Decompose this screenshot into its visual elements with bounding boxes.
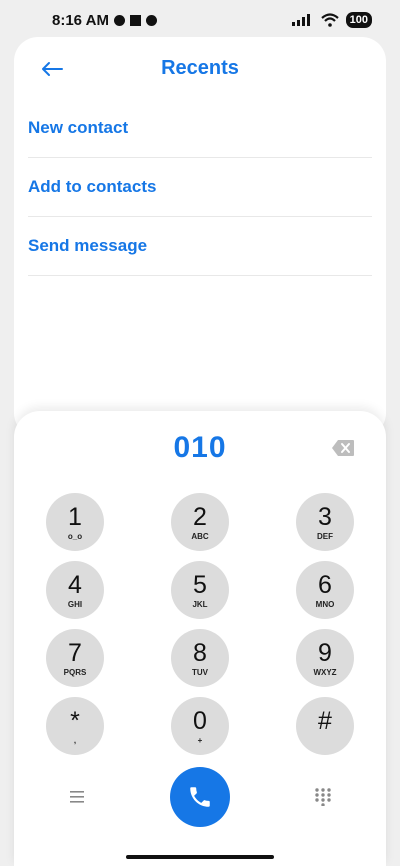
key-hash[interactable]: # — [296, 697, 354, 755]
battery-icon: 100 — [345, 12, 372, 28]
key-letters: GHI — [67, 599, 83, 609]
key-9[interactable]: 9 WXYZ — [296, 629, 354, 687]
key-digit: 5 — [193, 570, 207, 599]
wifi-icon — [320, 13, 339, 27]
keypad: 1 o_o 2 ABC 3 DEF 4 GHI 5 JKL 6 MNO 7 PQRS 8 TUV… — [46, 493, 354, 755]
key-letters: DEF — [317, 531, 333, 541]
page-title: Recents — [161, 57, 239, 79]
key-star[interactable]: *, — [46, 697, 104, 755]
key-8[interactable]: 8 TUV — [171, 629, 229, 687]
key-letters: WXYZ — [313, 667, 337, 677]
key-3[interactable]: 3 DEF — [296, 493, 354, 551]
key-digit: 9 — [318, 638, 332, 667]
signal-icon — [291, 14, 310, 26]
call-button[interactable] — [170, 767, 230, 827]
key-digit: 8 — [193, 638, 207, 667]
notification-icon — [113, 14, 125, 26]
notification-dot-icon — [145, 14, 157, 26]
status-time: 8:16 AM — [52, 11, 109, 29]
key-1[interactable]: 1 o_o — [46, 493, 104, 551]
add-to-contacts-item[interactable]: Add to contacts — [28, 158, 372, 217]
send-message-item[interactable]: Send message — [28, 217, 372, 276]
key-2[interactable]: 2 ABC — [171, 493, 229, 551]
key-letters: MNO — [315, 599, 335, 609]
key-digit: 6 — [318, 570, 332, 599]
key-6[interactable]: 6 MNO — [296, 561, 354, 619]
key-letters: , — [73, 735, 77, 745]
key-7[interactable]: 7 PQRS — [46, 629, 104, 687]
menu-list-icon[interactable] — [68, 789, 86, 805]
status-bar: 8:16 AM 100 — [0, 0, 400, 40]
key-digit: 1 — [68, 502, 82, 531]
key-5[interactable]: 5 JKL — [171, 561, 229, 619]
key-letters: + — [197, 735, 203, 745]
phone-icon — [190, 787, 210, 807]
home-indicator[interactable] — [126, 855, 274, 859]
action-menu: New contact Add to contacts Send message — [28, 99, 372, 276]
backspace-icon[interactable] — [331, 439, 355, 457]
key-digit: 0 — [193, 706, 207, 735]
dialpad-icon[interactable] — [314, 788, 332, 806]
recents-card: Recents New contact Add to contacts Send… — [14, 37, 386, 437]
key-digit: * — [70, 706, 80, 735]
key-0[interactable]: 0 + — [171, 697, 229, 755]
key-4[interactable]: 4 GHI — [46, 561, 104, 619]
key-letters: o_o — [67, 531, 83, 541]
key-digit: # — [318, 706, 332, 735]
key-letters: JKL — [192, 599, 208, 609]
notification-square-icon — [129, 14, 141, 26]
key-digit: 3 — [318, 502, 332, 531]
new-contact-item[interactable]: New contact — [28, 99, 372, 158]
key-letters: PQRS — [63, 667, 87, 677]
key-letters: TUV — [192, 667, 208, 677]
key-digit: 2 — [193, 502, 207, 531]
status-left: 8:16 AM — [52, 12, 157, 29]
key-letters: ABC — [191, 531, 209, 541]
key-digit: 7 — [68, 638, 82, 667]
key-digit: 4 — [68, 570, 82, 599]
dialer-panel: 010 1 o_o 2 ABC 3 DEF 4 GHI 5 JKL 6 MNO 7 PQRS … — [14, 411, 386, 866]
status-right: 100 — [291, 12, 372, 28]
dialer-actions — [14, 767, 386, 827]
